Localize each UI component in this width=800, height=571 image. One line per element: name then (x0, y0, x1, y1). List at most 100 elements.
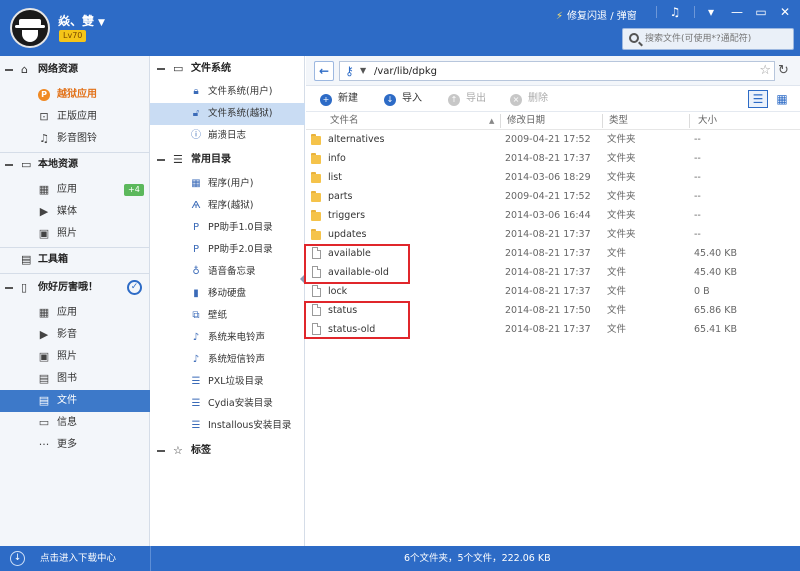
user-name-menu[interactable]: 焱、雙 ▼ (58, 12, 105, 29)
jailbreak-app-icon: P (38, 89, 50, 101)
section-local-resources[interactable]: ▭ 本地资源 (0, 154, 150, 176)
table-row[interactable]: updates 2014-08-21 17:37 文件夹 -- (306, 225, 800, 244)
table-row[interactable]: triggers 2014-03-06 16:44 文件夹 -- (306, 206, 800, 225)
tree-item-label: 移动硬盘 (208, 288, 247, 299)
sort-icon: ▲ (489, 117, 495, 125)
column-divider[interactable] (500, 114, 501, 128)
close-icon[interactable]: ✕ (774, 3, 796, 21)
grid-view-icon[interactable]: ▦ (772, 90, 792, 108)
maximize-icon[interactable]: ▭ (750, 3, 772, 21)
sidebar-item-device-media[interactable]: ▶ 影音 (0, 324, 150, 346)
import-label: 导入 (402, 93, 422, 104)
tree-item-voice-memos[interactable]: ♁ 语音备忘录 (150, 261, 305, 283)
collapse-icon[interactable] (157, 450, 165, 452)
tree-item-installous-install[interactable]: ☰ Installous安装目录 (150, 415, 305, 437)
avatar[interactable] (10, 8, 50, 48)
tree-section-bookmarks[interactable]: ☆ 标签 (150, 440, 305, 462)
menu-icon[interactable]: ▾ (700, 3, 722, 21)
folder-icon (311, 210, 321, 221)
music-note-icon[interactable]: ♫ (664, 3, 686, 21)
sidebar-item-local-apps[interactable]: ▦ 应用 +4 (0, 179, 150, 201)
table-row[interactable]: list 2014-03-06 18:29 文件夹 -- (306, 168, 800, 187)
tree-item-jailbreak-programs[interactable]: Ѧ 程序(越狱) (150, 195, 305, 217)
alert-icon: ⓘ (191, 130, 201, 141)
sidebar-item-media-ringtones[interactable]: ♫ 影音图铃 (0, 128, 150, 150)
column-header-modified[interactable]: 修改日期 (507, 112, 545, 130)
section-network-resources[interactable]: ⌂ 网络资源 (0, 59, 150, 81)
sidebar-item-official-apps[interactable]: ⊡ 正版应用 (0, 106, 150, 128)
sidebar-item-device-books[interactable]: ▤ 图书 (0, 368, 150, 390)
tree-item-filesystem-user[interactable]: 🔒︎ 文件系统(用户) (150, 81, 305, 103)
tree-item-call-ringtones[interactable]: ♪ 系统来电铃声 (150, 327, 305, 349)
minimize-icon[interactable]: — (726, 3, 748, 21)
folder-icon (311, 134, 321, 145)
sidebar-item-device-more[interactable]: ··· 更多 (0, 434, 150, 456)
search-box[interactable] (622, 28, 794, 50)
import-button[interactable]: ↓ 导入 (384, 92, 422, 106)
tree-item-filesystem-jailbreak[interactable]: 🔓︎ 文件系统(越狱) (150, 103, 305, 125)
column-header-size[interactable]: 大小 (698, 112, 717, 130)
refresh-icon[interactable]: ↻ (778, 63, 789, 79)
tree-item-removable-disk[interactable]: ▮ 移动硬盘 (150, 283, 305, 305)
column-header-name[interactable]: 文件名 (330, 112, 359, 130)
search-input[interactable] (645, 31, 790, 47)
section-toolbox[interactable]: ▤ 工具箱 (0, 249, 150, 271)
tree-item-crash-logs[interactable]: ⓘ 崩溃日志 (150, 125, 305, 147)
repair-crash-button[interactable]: ⚡ 修复闪退 / 弹窗 (556, 7, 637, 22)
tree-section-common-dirs[interactable]: ☰ 常用目录 (150, 149, 305, 171)
collapse-icon[interactable] (157, 159, 165, 161)
tree-item-pxl-trash[interactable]: ☰ PXL垃圾目录 (150, 371, 305, 393)
table-row[interactable]: info 2014-08-21 17:37 文件夹 -- (306, 149, 800, 168)
monitor-icon: ▭ (173, 62, 184, 75)
table-row[interactable]: parts 2009-04-21 17:52 文件夹 -- (306, 187, 800, 206)
collapse-icon[interactable] (5, 164, 13, 166)
collapse-icon[interactable] (5, 287, 13, 289)
sidebar-item-device-files[interactable]: ▤ 文件 (0, 390, 150, 412)
section-device[interactable]: ▯ 你好厉害哦！ ✓ (0, 277, 150, 299)
star-icon[interactable]: ☆ (759, 63, 771, 79)
list-icon: ☰ (191, 420, 201, 431)
sidebar-item-local-photos[interactable]: ▣ 照片 (0, 223, 150, 245)
table-row[interactable]: alternatives 2009-04-21 17:52 文件夹 -- (306, 130, 800, 149)
tree-item-user-programs[interactable]: ▦ 程序(用户) (150, 173, 305, 195)
new-button[interactable]: + 新建 (320, 92, 358, 106)
list-view-icon[interactable]: ☰ (748, 90, 768, 108)
toolbar: + 新建 ↓ 导入 ↑ 导出 × 删除 ☰ ▦ (306, 86, 800, 112)
tree-item-cydia-install[interactable]: ☰ Cydia安装目录 (150, 393, 305, 415)
file-browser: ← ⚷ ▼ /var/lib/dpkg ☆ ↻ + 新建 ↓ 导入 ↑ 导出 × 删除 … (304, 56, 800, 546)
divider (0, 152, 150, 153)
column-divider[interactable] (689, 114, 690, 128)
export-button[interactable]: ↑ 导出 (448, 92, 486, 106)
tree-item-label: Cydia安装目录 (208, 398, 273, 409)
file-icon: ▤ (38, 394, 50, 407)
collapse-icon[interactable] (5, 69, 13, 71)
disk-icon: ▮ (193, 288, 199, 299)
file-size: 0 B (694, 286, 710, 297)
folder-body (311, 231, 321, 240)
check-icon[interactable]: ✓ (127, 280, 142, 295)
sidebar-item-jailbreak-apps[interactable]: P 越狱应用 (0, 84, 150, 106)
path-field[interactable]: ⚷ ▼ /var/lib/dpkg ☆ (339, 61, 775, 81)
download-icon[interactable]: ↓ (10, 551, 25, 566)
back-button[interactable]: ← (314, 61, 334, 81)
wallpaper-icon: ⧉ (192, 310, 200, 321)
sidebar-item-device-messages[interactable]: ▭ 信息 (0, 412, 150, 434)
sidebar-item-device-apps[interactable]: ▦ 应用 (0, 302, 150, 324)
column-header-type[interactable]: 类型 (609, 112, 628, 130)
tree-item-wallpapers[interactable]: ⧉ 壁纸 (150, 305, 305, 327)
list-icon: ☰ (191, 376, 201, 387)
delete-button[interactable]: × 删除 (510, 92, 548, 106)
collapse-icon[interactable] (157, 68, 165, 70)
highlight-box-available (304, 244, 410, 284)
chevron-down-icon[interactable]: ▼ (360, 65, 366, 77)
sidebar-item-local-media[interactable]: ▶ 媒体 (0, 201, 150, 223)
sidebar-item-device-photos[interactable]: ▣ 照片 (0, 346, 150, 368)
tree-item-pp1-dir[interactable]: P PP助手1.0目录 (150, 217, 305, 239)
table-row[interactable]: lock 2014-08-21 17:37 文件 0 B (306, 282, 800, 301)
tree-item-pp2-dir[interactable]: P PP助手2.0目录 (150, 239, 305, 261)
tree-item-sms-ringtones[interactable]: ♪ 系统短信铃声 (150, 349, 305, 371)
tree-section-filesystem[interactable]: ▭ 文件系统 (150, 58, 305, 80)
monitor-icon: ▭ (21, 158, 32, 171)
download-center-link[interactable]: 点击进入下载中心 (40, 546, 116, 571)
column-divider[interactable] (602, 114, 603, 128)
